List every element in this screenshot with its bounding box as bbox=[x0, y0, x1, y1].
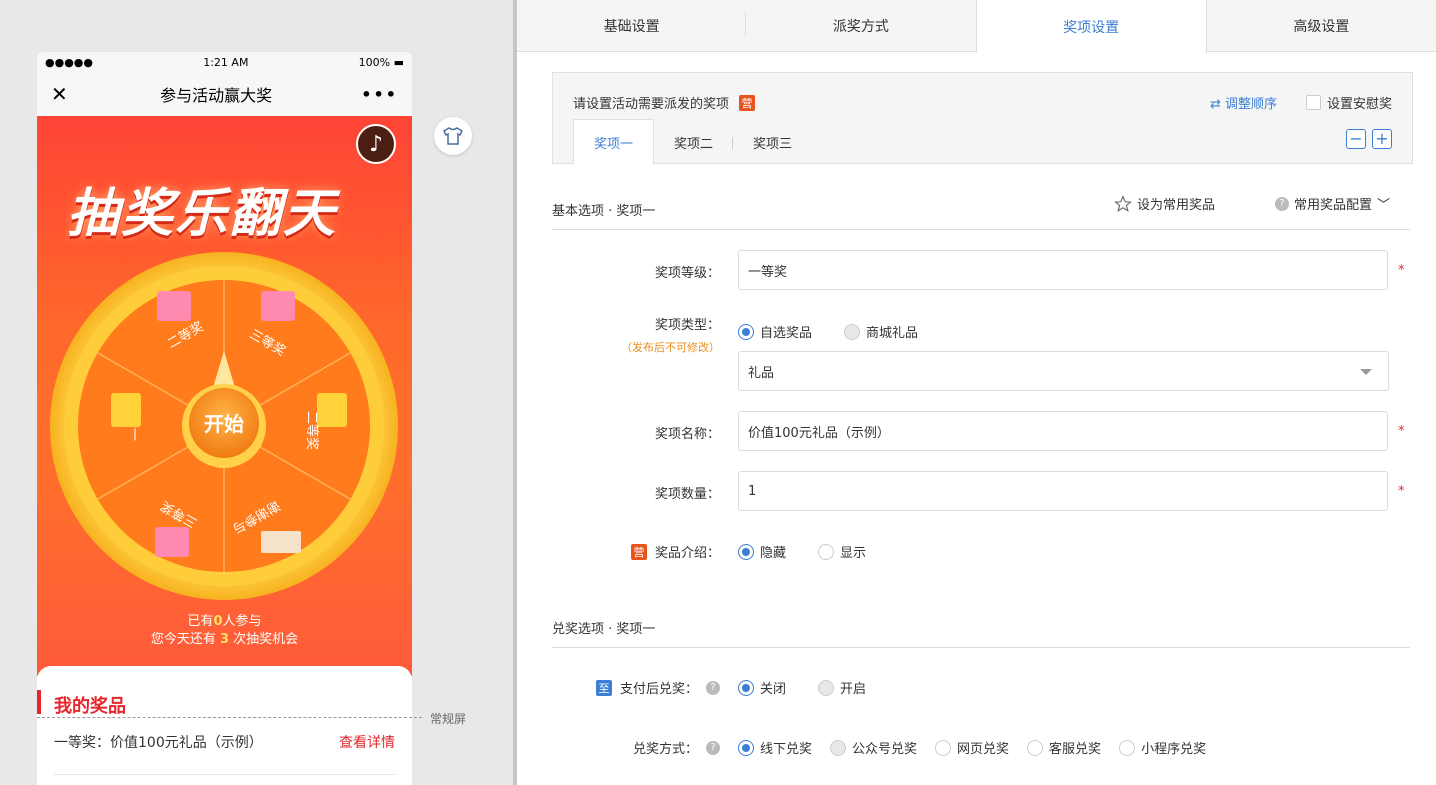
more-icon[interactable]: ••• bbox=[361, 85, 398, 104]
prize-type-note: （发布后不可修改） bbox=[621, 341, 720, 354]
signal-icon: ●●●●● bbox=[45, 55, 93, 69]
prize-quantity-label: 奖项数量： bbox=[654, 487, 720, 502]
section-title: 基本选项 · 奖项一 bbox=[552, 204, 656, 219]
settings-tabs: 基础设置 派奖方式 奖项设置 高级设置 bbox=[517, 0, 1436, 53]
prize-text: 一等奖：价值100元礼品（示例） bbox=[54, 735, 263, 751]
page-title: 参与活动赢大奖 bbox=[160, 86, 273, 105]
favorite-config-dropdown[interactable]: ? 常用奖品配置 ﹀ bbox=[1274, 194, 1390, 213]
help-icon: ? bbox=[1274, 196, 1289, 211]
section-marker bbox=[37, 690, 41, 714]
radio-off[interactable]: 关闭 bbox=[738, 678, 786, 697]
divider bbox=[54, 774, 395, 775]
prize-intro-label: 营 奖品介绍： bbox=[630, 542, 720, 561]
marketing-badge-icon: 营 bbox=[739, 94, 756, 111]
screen-fold-line bbox=[37, 717, 422, 718]
radio-offline-redeem[interactable]: 线下兑奖 bbox=[738, 738, 812, 757]
phone-preview: ●●●●● 1:21 AM 100% ▬ ✕ 参与活动赢大奖 ••• 抽奖乐翻天… bbox=[37, 52, 412, 785]
lottery-hero: 抽奖乐翻天 ♪ 二等奖 三等奖 二等奖 谢谢参与 三等奖 开始 已有0人参与 您… bbox=[37, 116, 412, 676]
star-icon bbox=[1114, 194, 1132, 212]
tab-distribution-method[interactable]: 派奖方式 bbox=[746, 0, 975, 51]
preview-pane: ●●●●● 1:21 AM 100% ▬ ✕ 参与活动赢大奖 ••• 抽奖乐翻天… bbox=[0, 0, 513, 785]
prize-row: 一等奖：价值100元礼品（示例） 查看详情 bbox=[54, 732, 395, 752]
prize-name-row: 奖项名称： 价值100元礼品（示例） * bbox=[552, 411, 1410, 451]
participants-count: 已有0人参与 bbox=[187, 614, 262, 629]
caret-down-icon bbox=[1360, 369, 1372, 375]
required-marker: * bbox=[1398, 263, 1405, 278]
set-favorite-button[interactable]: 设为常用奖品 bbox=[1114, 194, 1215, 213]
radio-official-account-redeem[interactable]: 公众号兑奖 bbox=[830, 738, 917, 757]
redeem-options-header: 兑奖选项 · 奖项一 bbox=[552, 618, 1410, 648]
view-details-link[interactable]: 查看详情 bbox=[339, 732, 395, 752]
consolation-prize-toggle[interactable]: 设置安慰奖 bbox=[1305, 93, 1392, 112]
prize-level-label: 奖项等级： bbox=[654, 266, 720, 281]
prize-quantity-row: 奖项数量： 1 * bbox=[552, 471, 1410, 511]
radio-mall-gift[interactable]: 商城礼品 bbox=[844, 322, 918, 341]
subtab-prize-2[interactable]: 奖项二 bbox=[654, 119, 734, 165]
screen-fold-label: 常规屏 bbox=[430, 712, 467, 726]
prize-subtabs: 奖项一 奖项二 奖项三 bbox=[573, 119, 812, 165]
shirt-icon bbox=[443, 127, 463, 145]
adjust-order-button[interactable]: ⇄ 调整顺序 bbox=[1210, 93, 1277, 112]
prize-level-input[interactable]: 一等奖 bbox=[738, 250, 1388, 290]
pay-redeem-label: 至 支付后兑奖： ? bbox=[595, 678, 720, 697]
section-title: 兑奖选项 · 奖项一 bbox=[552, 622, 656, 637]
subtab-prize-3[interactable]: 奖项三 bbox=[733, 119, 812, 165]
prize-level-row: 奖项等级： 一等奖 * bbox=[552, 250, 1410, 290]
redeem-method-label: 兑奖方式： ? bbox=[633, 738, 720, 757]
radio-miniprogram-redeem[interactable]: 小程序兑奖 bbox=[1119, 738, 1206, 757]
my-prizes-title: 我的奖品 bbox=[54, 696, 126, 717]
premium-badge-icon: 至 bbox=[595, 679, 612, 696]
battery-indicator: 100% ▬ bbox=[358, 55, 404, 69]
prize-quantity-input[interactable]: 1 bbox=[738, 471, 1388, 511]
participation-info: 已有0人参与 您今天还有 3 次抽奖机会 bbox=[37, 613, 412, 649]
add-prize-button[interactable]: + bbox=[1372, 129, 1392, 149]
help-icon[interactable]: ? bbox=[706, 680, 720, 695]
settings-pane: 基础设置 派奖方式 奖项设置 高级设置 请设置活动需要派发的奖项 营 ⇄ 调整顺… bbox=[517, 0, 1436, 785]
theme-skin-button[interactable] bbox=[434, 117, 472, 155]
phone-navbar: ✕ 参与活动赢大奖 ••• bbox=[37, 72, 412, 116]
help-icon[interactable]: ? bbox=[706, 740, 720, 755]
prize-list-panel: 请设置活动需要派发的奖项 营 ⇄ 调整顺序 设置安慰奖 奖项一 奖项二 奖项三 … bbox=[552, 72, 1413, 165]
prize-type-row: 奖项类型： （发布后不可修改） 自选奖品 商城礼品 礼品 bbox=[552, 312, 1410, 392]
prize-intro-row: 营 奖品介绍： 隐藏 显示 bbox=[552, 540, 1410, 564]
radio-custom-prize[interactable]: 自选奖品 bbox=[738, 322, 812, 341]
radio-hide[interactable]: 隐藏 bbox=[738, 542, 786, 561]
lottery-wheel: 二等奖 三等奖 二等奖 谢谢参与 三等奖 一等奖 bbox=[50, 252, 398, 600]
prize-intro-radios: 隐藏 显示 bbox=[738, 542, 866, 561]
tab-advanced-settings[interactable]: 高级设置 bbox=[1207, 0, 1436, 51]
start-label[interactable]: 开始 bbox=[204, 412, 244, 436]
panel-heading: 请设置活动需要派发的奖项 营 bbox=[573, 93, 756, 112]
prize-category-select[interactable]: 礼品 bbox=[738, 351, 1389, 391]
consolation-checkbox[interactable] bbox=[1305, 95, 1321, 110]
prize-name-label: 奖项名称： bbox=[654, 427, 720, 442]
my-prizes-card: 我的奖品 一等奖：价值100元礼品（示例） 查看详情 bbox=[37, 666, 412, 785]
remove-prize-button[interactable]: − bbox=[1346, 129, 1366, 149]
tab-basic-settings[interactable]: 基础设置 bbox=[517, 0, 747, 51]
prize-name-input[interactable]: 价值100元礼品（示例） bbox=[738, 411, 1388, 451]
redeem-method-row: 兑奖方式： ? 线下兑奖 公众号兑奖 网页兑奖 客服兑奖 小程序兑奖 bbox=[552, 736, 1410, 760]
chances-left: 您今天还有 3 次抽奖机会 bbox=[150, 632, 299, 647]
radio-show[interactable]: 显示 bbox=[818, 542, 866, 561]
subtab-prize-1[interactable]: 奖项一 bbox=[573, 119, 655, 165]
prize-count-controls: − + bbox=[1346, 129, 1392, 149]
close-icon[interactable]: ✕ bbox=[51, 82, 71, 106]
chevron-down-icon: ﹀ bbox=[1376, 198, 1390, 213]
pay-redeem-row: 至 支付后兑奖： ? 关闭 开启 bbox=[552, 676, 1410, 700]
prize-type-radios: 自选奖品 商城礼品 bbox=[738, 322, 918, 341]
hero-title: 抽奖乐翻天 bbox=[67, 184, 338, 244]
basic-options-header: 基本选项 · 奖项一 设为常用奖品 ? 常用奖品配置 ﹀ bbox=[552, 194, 1410, 230]
pay-redeem-radios: 关闭 开启 bbox=[738, 678, 866, 697]
prize-type-label: 奖项类型： （发布后不可修改） bbox=[621, 318, 720, 354]
status-bar: ●●●●● 1:21 AM 100% ▬ bbox=[37, 52, 412, 72]
required-marker: * bbox=[1398, 484, 1405, 499]
radio-customer-service-redeem[interactable]: 客服兑奖 bbox=[1027, 738, 1101, 757]
tab-prize-settings[interactable]: 奖项设置 bbox=[975, 0, 1207, 53]
status-time: 1:21 AM bbox=[203, 55, 249, 69]
radio-web-redeem[interactable]: 网页兑奖 bbox=[935, 738, 1009, 757]
redeem-method-radios: 线下兑奖 公众号兑奖 网页兑奖 客服兑奖 小程序兑奖 bbox=[738, 738, 1206, 757]
required-marker: * bbox=[1398, 424, 1405, 439]
music-icon[interactable]: ♪ bbox=[356, 124, 396, 164]
marketing-badge-icon: 营 bbox=[630, 543, 647, 560]
radio-on[interactable]: 开启 bbox=[818, 678, 866, 697]
